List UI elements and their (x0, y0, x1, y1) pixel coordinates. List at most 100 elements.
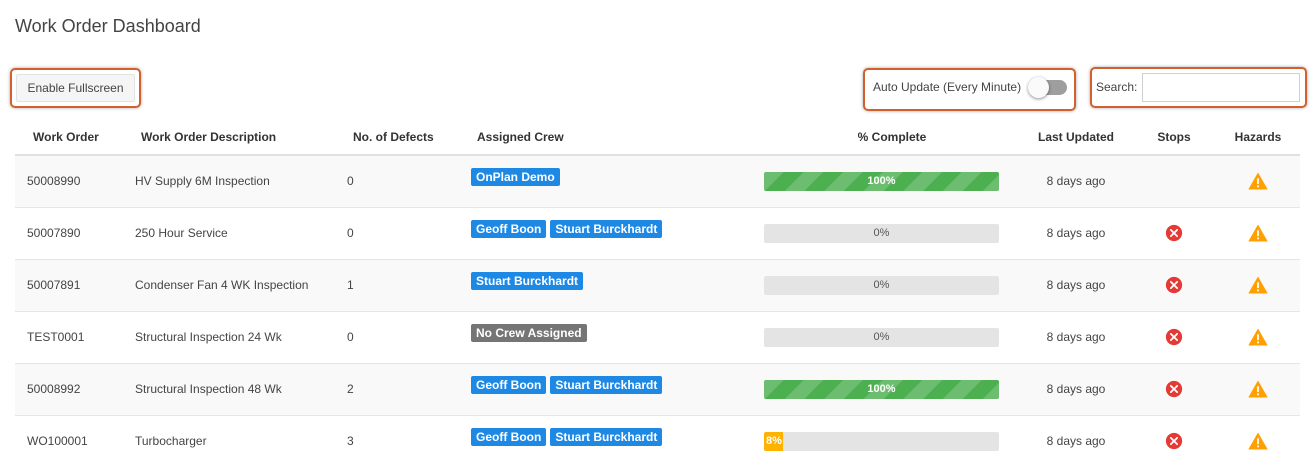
hazard-warning-icon[interactable] (1248, 172, 1268, 190)
column-header-percent-complete[interactable]: % Complete (764, 119, 1020, 156)
work-order-description: Condenser Fan 4 WK Inspection (127, 258, 339, 311)
crew-badge: Stuart Burckhardt (471, 272, 584, 290)
work-order-number[interactable]: 50008990 (15, 154, 127, 207)
stop-error-icon[interactable] (1165, 328, 1183, 346)
column-header-assigned-crew[interactable]: Assigned Crew (471, 119, 764, 156)
hazard-warning-icon[interactable] (1248, 380, 1268, 398)
auto-update-label: Auto Update (Every Minute) (873, 80, 1022, 94)
percent-complete-cell: 0% (764, 206, 1020, 259)
progress-bar: 100% (764, 171, 999, 191)
table-row[interactable]: WO100001 Turbocharger 3 Geoff Boon Stuart Bu… (15, 414, 1300, 466)
progress-bar: 8% (764, 431, 999, 451)
hazards-cell (1216, 206, 1300, 259)
no-crew-badge: No Crew Assigned (471, 324, 587, 342)
progress-bar: 0% (764, 223, 999, 243)
table-header-row: Work Order Work Order Description No. of… (15, 119, 1300, 156)
stops-cell (1132, 310, 1216, 363)
hazards-cell (1216, 362, 1300, 415)
stops-cell (1132, 414, 1216, 466)
progress-bar: 0% (764, 275, 999, 295)
work-order-description: Structural Inspection 24 Wk (127, 310, 339, 363)
crew-badges: OnPlan Demo (471, 168, 764, 187)
work-order-table: Work Order Work Order Description No. of… (15, 119, 1300, 466)
table-row[interactable]: 50007890 250 Hour Service 0 Geoff Boon Stuar… (15, 206, 1300, 259)
work-order-description: Turbocharger (127, 414, 339, 466)
percent-complete-cell: 100% (764, 154, 1020, 207)
column-header-description[interactable]: Work Order Description (127, 119, 339, 156)
last-updated: 8 days ago (1020, 258, 1132, 311)
last-updated: 8 days ago (1020, 154, 1132, 207)
search-input[interactable] (1142, 73, 1300, 102)
stop-error-icon[interactable] (1165, 380, 1183, 398)
hazard-warning-icon[interactable] (1248, 224, 1268, 242)
defect-count: 2 (339, 362, 471, 415)
hazard-warning-icon[interactable] (1248, 432, 1268, 450)
hazards-cell (1216, 258, 1300, 311)
progress-label: 0% (873, 330, 890, 343)
crew-badge: Stuart Burckhardt (550, 376, 663, 394)
percent-complete-cell: 0% (764, 258, 1020, 311)
stops-cell (1132, 362, 1216, 415)
crew-badge: Stuart Burckhardt (550, 220, 663, 238)
stop-error-icon[interactable] (1165, 224, 1183, 242)
hazards-cell (1216, 414, 1300, 466)
table-row[interactable]: 50008992 Structural Inspection 48 Wk 2 Geof… (15, 362, 1300, 415)
stops-cell (1132, 154, 1216, 207)
work-order-number[interactable]: 50008992 (15, 362, 127, 415)
enable-fullscreen-button[interactable]: Enable Fullscreen (16, 74, 135, 102)
crew-badges: Geoff Boon Stuart Burckhardt (471, 428, 764, 447)
hazard-warning-icon[interactable] (1248, 276, 1268, 294)
progress-bar: 0% (764, 327, 999, 347)
stop-error-icon[interactable] (1165, 432, 1183, 450)
crew-badge: Geoff Boon (471, 376, 547, 394)
progress-label: 8% (766, 434, 782, 447)
crew-badges: Stuart Burckhardt (471, 272, 764, 290)
last-updated: 8 days ago (1020, 362, 1132, 415)
table-row[interactable]: TEST0001 Structural Inspection 24 Wk 0 No C… (15, 310, 1300, 363)
stops-cell (1132, 258, 1216, 311)
crew-badges: Geoff Boon Stuart Burckhardt (471, 220, 764, 238)
last-updated: 8 days ago (1020, 310, 1132, 363)
auto-update-toggle[interactable] (1028, 77, 1067, 98)
work-order-number[interactable]: 50007891 (15, 258, 127, 311)
assigned-crew-cell: Geoff Boon Stuart Burckhardt (471, 414, 764, 466)
stop-error-icon[interactable] (1165, 276, 1183, 294)
percent-complete-cell: 8% (764, 414, 1020, 466)
defect-count: 0 (339, 206, 471, 259)
work-order-number[interactable]: 50007890 (15, 206, 127, 259)
table-row[interactable]: 50008990 HV Supply 6M Inspection 0 OnPlan D… (15, 154, 1300, 207)
last-updated: 8 days ago (1020, 206, 1132, 259)
crew-badge: OnPlan Demo (471, 168, 560, 187)
column-header-work-order[interactable]: Work Order (15, 119, 127, 156)
defect-count: 1 (339, 258, 471, 311)
last-updated: 8 days ago (1020, 414, 1132, 466)
defect-count: 0 (339, 310, 471, 363)
percent-complete-cell: 100% (764, 362, 1020, 415)
work-order-description: Structural Inspection 48 Wk (127, 362, 339, 415)
assigned-crew-cell: No Crew Assigned (471, 310, 764, 363)
toggle-knob[interactable] (1028, 77, 1049, 98)
percent-complete-cell: 0% (764, 310, 1020, 363)
assigned-crew-cell: Geoff Boon Stuart Burckhardt (471, 362, 764, 415)
hazards-cell (1216, 310, 1300, 363)
column-header-last-updated[interactable]: Last Updated (1020, 119, 1132, 156)
column-header-stops[interactable]: Stops (1132, 119, 1216, 156)
stops-cell (1132, 206, 1216, 259)
work-order-number[interactable]: WO100001 (15, 414, 127, 466)
column-header-defects[interactable]: No. of Defects (339, 119, 471, 156)
search-label: Search: (1096, 80, 1138, 94)
work-order-number[interactable]: TEST0001 (15, 310, 127, 363)
defect-count: 0 (339, 154, 471, 207)
assigned-crew-cell: Geoff Boon Stuart Burckhardt (471, 206, 764, 259)
crew-badges: No Crew Assigned (471, 324, 764, 342)
crew-badge: Geoff Boon (471, 220, 547, 238)
table-row[interactable]: 50007891 Condenser Fan 4 WK Inspection 1 St… (15, 258, 1300, 311)
column-header-hazards[interactable]: Hazards (1216, 119, 1300, 156)
progress-label: 0% (873, 226, 890, 239)
hazard-warning-icon[interactable] (1248, 328, 1268, 346)
work-order-description: 250 Hour Service (127, 206, 339, 259)
crew-badge: Stuart Burckhardt (550, 428, 663, 447)
table-body: 50008990 HV Supply 6M Inspection 0 OnPlan D… (15, 154, 1300, 466)
progress-bar: 100% (764, 379, 999, 399)
hazards-cell (1216, 154, 1300, 207)
